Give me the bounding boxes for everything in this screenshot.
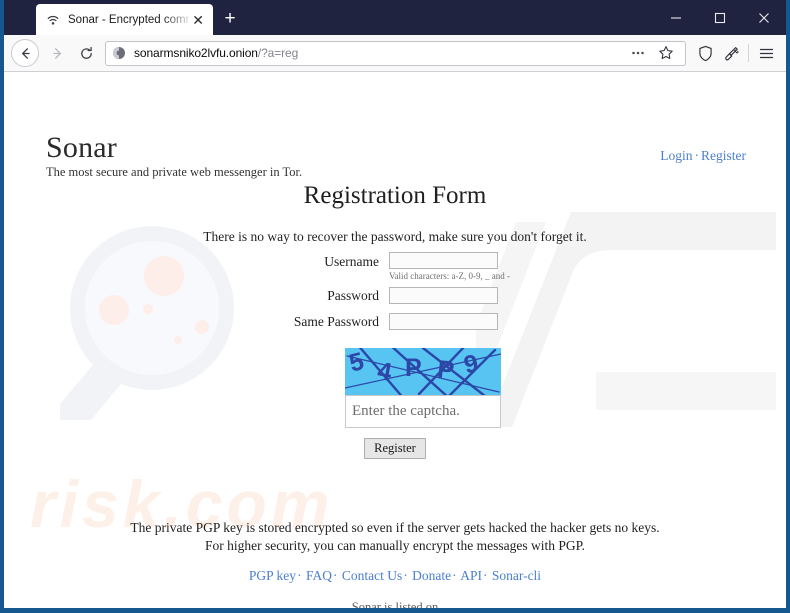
footer-separator: · (482, 568, 488, 583)
captcha-image[interactable]: 5 4 P P 9 (345, 348, 501, 395)
close-icon[interactable] (742, 0, 786, 35)
url-path: /?a=reg (257, 46, 299, 60)
pgp-info-line-1: The private PGP key is stored encrypted … (130, 520, 660, 535)
footer-link-contact-us[interactable]: Contact Us (342, 568, 402, 583)
nav-separator: · (694, 148, 700, 163)
footer-links: PGP key· FAQ· Contact Us· Donate· API· S… (4, 568, 786, 584)
shield-icon[interactable] (692, 40, 718, 66)
url-text: sonarmsniko2lvfu.onion/?a=reg (134, 46, 298, 60)
site-brand: Sonar The most secure and private web me… (46, 132, 302, 180)
wifi-signal-icon (45, 12, 61, 28)
password-label: Password (327, 288, 379, 303)
browser-tab[interactable]: Sonar - Encrypted communicat ✕ (36, 4, 213, 35)
page-title: Registration Form (303, 182, 487, 209)
close-icon[interactable]: ✕ (189, 11, 207, 29)
registration-form: Username Valid characters: a-Z, 0-9, _ a… (4, 252, 786, 330)
url-bar[interactable]: sonarmsniko2lvfu.onion/?a=reg (105, 40, 686, 66)
reload-icon[interactable] (72, 39, 101, 68)
forward-arrow-icon (43, 39, 72, 68)
browser-tab-title: Sonar - Encrypted communicat (68, 13, 189, 26)
listed-on-section: Sonar is listed on Dark Eye·Raptor (4, 598, 786, 608)
footer-link-donate[interactable]: Donate (412, 568, 451, 583)
form-row-password: Password (4, 287, 786, 304)
noscript-broom-icon[interactable] (718, 40, 744, 66)
captcha-area: 5 4 P P 9 (345, 348, 501, 428)
hamburger-menu-icon[interactable] (753, 40, 779, 66)
new-tab-button[interactable]: + (219, 8, 241, 30)
top-navigation: Login · Register (660, 148, 746, 164)
username-field-wrap: Valid characters: a-Z, 0-9, _ and - (389, 252, 559, 281)
password-input[interactable] (389, 287, 498, 304)
minimize-icon[interactable] (654, 0, 698, 35)
listed-on-label: Sonar is listed on (351, 600, 439, 608)
maximize-icon[interactable] (698, 0, 742, 35)
brand-name: Sonar (46, 131, 117, 164)
brand-tagline: The most secure and private web messenge… (46, 164, 303, 179)
same-password-label: Same Password (293, 314, 379, 329)
star-icon[interactable] (653, 40, 679, 66)
username-hint: Valid characters: a-Z, 0-9, _ and - (389, 271, 510, 281)
login-link[interactable]: Login (660, 148, 692, 163)
url-bar-actions (625, 40, 679, 66)
footer-link-faq[interactable]: FAQ (306, 568, 332, 583)
window-controls (654, 0, 786, 35)
form-row-same-password: Same Password (4, 313, 786, 330)
svg-text:P: P (405, 354, 422, 382)
url-host: sonarmsniko2lvfu.onion (134, 46, 258, 60)
page-viewport: risk.com Sonar The most secure and priva… (4, 72, 786, 608)
captcha-input[interactable] (345, 395, 501, 428)
footer-link-api[interactable]: API (460, 568, 482, 583)
footer-link-pgp-key[interactable]: PGP key (249, 568, 296, 583)
footer-separator: · (403, 568, 408, 583)
browser-tab-bar: Sonar - Encrypted communicat ✕ + (4, 0, 786, 35)
same-password-field-wrap (389, 313, 559, 330)
register-button[interactable]: Register (364, 438, 426, 459)
toolbar-divider (748, 44, 749, 62)
onion-icon[interactable] (112, 46, 126, 60)
form-row-username: Username Valid characters: a-Z, 0-9, _ a… (4, 252, 786, 281)
browser-window: Sonar - Encrypted communicat ✕ + (0, 0, 790, 613)
same-password-input[interactable] (389, 313, 498, 330)
footer-separator: · (332, 568, 338, 583)
browser-toolbar: sonarmsniko2lvfu.onion/?a=reg (4, 35, 786, 72)
username-label: Username (324, 254, 379, 269)
password-recovery-notice: There is no way to recover the password,… (203, 229, 587, 244)
footer-separator: · (297, 568, 302, 583)
submit-row: Register (4, 438, 786, 459)
pgp-info-line-2: For higher security, you can manually en… (204, 538, 586, 554)
footer-separator: · (452, 568, 457, 583)
pgp-info: The private PGP key is stored encrypted … (4, 519, 786, 555)
register-link[interactable]: Register (701, 148, 746, 163)
username-input[interactable] (389, 252, 498, 269)
back-arrow-icon[interactable] (11, 39, 39, 67)
ellipsis-icon[interactable] (625, 40, 651, 66)
footer-link-sonar-cli[interactable]: Sonar-cli (492, 568, 541, 583)
password-field-wrap (389, 287, 559, 304)
